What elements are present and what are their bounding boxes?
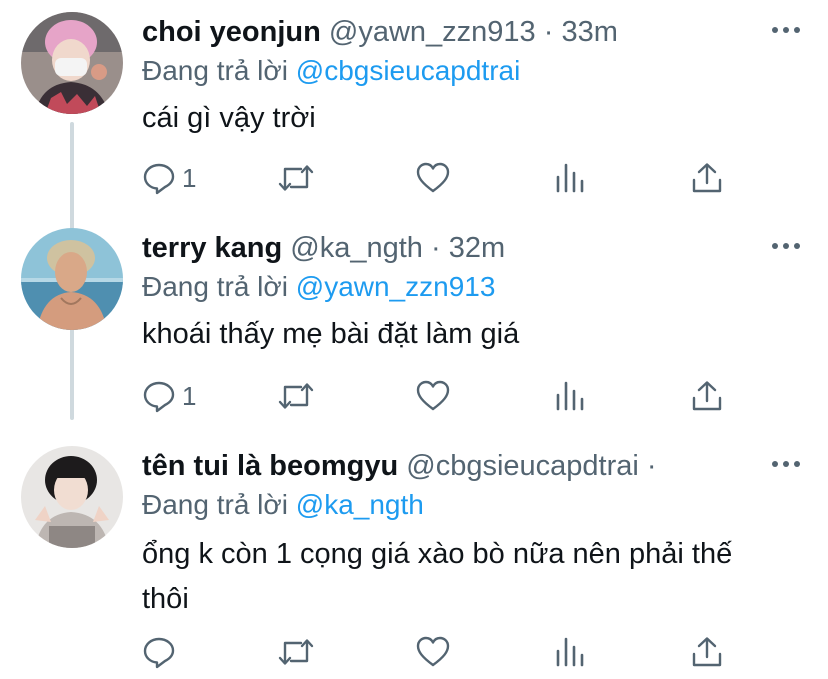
- like-icon: [416, 636, 450, 667]
- reply-count: 1: [182, 380, 197, 411]
- reply-count: 1: [182, 162, 197, 193]
- user-handle[interactable]: @cbgsieucapdtrai: [406, 450, 639, 482]
- timestamp[interactable]: 33m: [561, 16, 617, 48]
- like-button[interactable]: [416, 376, 450, 416]
- reply-mention-link[interactable]: @cbgsieucapdtrai: [296, 55, 521, 86]
- separator-dot: ·: [646, 450, 657, 482]
- views-button[interactable]: [554, 632, 586, 672]
- retweet-button[interactable]: [277, 376, 315, 416]
- share-button[interactable]: [691, 632, 723, 672]
- tweet-text: cái gì vậy trời: [142, 102, 316, 134]
- reply-icon: [143, 637, 175, 669]
- reply-button[interactable]: 1: [142, 158, 196, 198]
- avatar[interactable]: [21, 446, 123, 548]
- avatar[interactable]: [21, 12, 123, 114]
- avatar[interactable]: [21, 228, 123, 330]
- share-icon: [692, 637, 722, 667]
- reply-thread: choi yeonjun @yawn_zzn913 · 33m Đang trả…: [0, 0, 828, 679]
- user-handle[interactable]: @ka_ngth: [290, 232, 423, 264]
- separator-dot: ·: [431, 232, 441, 264]
- share-icon: [692, 381, 722, 411]
- more-icon[interactable]: [770, 18, 802, 42]
- share-button[interactable]: [691, 158, 723, 198]
- action-bar: 1: [142, 158, 742, 198]
- replying-to-label: Đang trả lời: [142, 489, 288, 520]
- tweet[interactable]: terry kang @ka_ngth · 32m Đang trả lời @…: [0, 228, 828, 428]
- display-name[interactable]: choi yeonjun: [142, 16, 321, 48]
- user-handle[interactable]: @yawn_zzn913: [329, 16, 536, 48]
- views-button[interactable]: [554, 376, 586, 416]
- display-name[interactable]: tên tui là beomgyu: [142, 450, 398, 482]
- like-button[interactable]: [416, 632, 450, 672]
- reply-mention-link[interactable]: @ka_ngth: [296, 489, 424, 520]
- like-icon: [416, 162, 450, 193]
- tweet-header: tên tui là beomgyu @cbgsieucapdtrai ·: [142, 446, 762, 486]
- replying-to: Đang trả lời @yawn_zzn913: [142, 267, 495, 307]
- retweet-icon: [278, 383, 314, 409]
- views-button[interactable]: [554, 158, 586, 198]
- retweet-icon: [278, 165, 314, 191]
- like-icon: [416, 380, 450, 411]
- tweet-text: ổng k còn 1 cọng giá xào bò nữa nên phải…: [142, 538, 733, 615]
- retweet-button[interactable]: [277, 632, 315, 672]
- views-icon: [556, 163, 584, 193]
- retweet-button[interactable]: [277, 158, 315, 198]
- tweet-text: khoái thấy mẹ bài đặt làm giá: [142, 318, 520, 350]
- share-icon: [692, 163, 722, 193]
- share-button[interactable]: [691, 376, 723, 416]
- tweet[interactable]: choi yeonjun @yawn_zzn913 · 33m Đang trả…: [0, 12, 828, 212]
- tweet-header: terry kang @ka_ngth · 32m: [142, 228, 762, 268]
- views-icon: [556, 637, 584, 667]
- reply-mention-link[interactable]: @yawn_zzn913: [296, 271, 496, 302]
- reply-icon: [143, 163, 175, 195]
- reply-icon: [143, 381, 175, 413]
- replying-to-label: Đang trả lời: [142, 55, 288, 86]
- retweet-icon: [278, 639, 314, 665]
- action-bar: 1: [142, 376, 742, 416]
- views-icon: [556, 381, 584, 411]
- replying-to-label: Đang trả lời: [142, 271, 288, 302]
- tweet[interactable]: tên tui là beomgyu @cbgsieucapdtrai · Đa…: [0, 446, 828, 676]
- separator-dot: ·: [543, 16, 554, 48]
- like-button[interactable]: [416, 158, 450, 198]
- more-icon[interactable]: [770, 452, 802, 476]
- tweet-header: choi yeonjun @yawn_zzn913 · 33m: [142, 12, 762, 52]
- timestamp[interactable]: 32m: [449, 232, 505, 264]
- replying-to: Đang trả lời @cbgsieucapdtrai: [142, 51, 520, 91]
- display-name[interactable]: terry kang: [142, 232, 282, 264]
- replying-to: Đang trả lời @ka_ngth: [142, 485, 424, 525]
- reply-button[interactable]: 1: [142, 376, 196, 416]
- reply-button[interactable]: [142, 632, 176, 672]
- action-bar: [142, 632, 742, 672]
- more-icon[interactable]: [770, 234, 802, 258]
